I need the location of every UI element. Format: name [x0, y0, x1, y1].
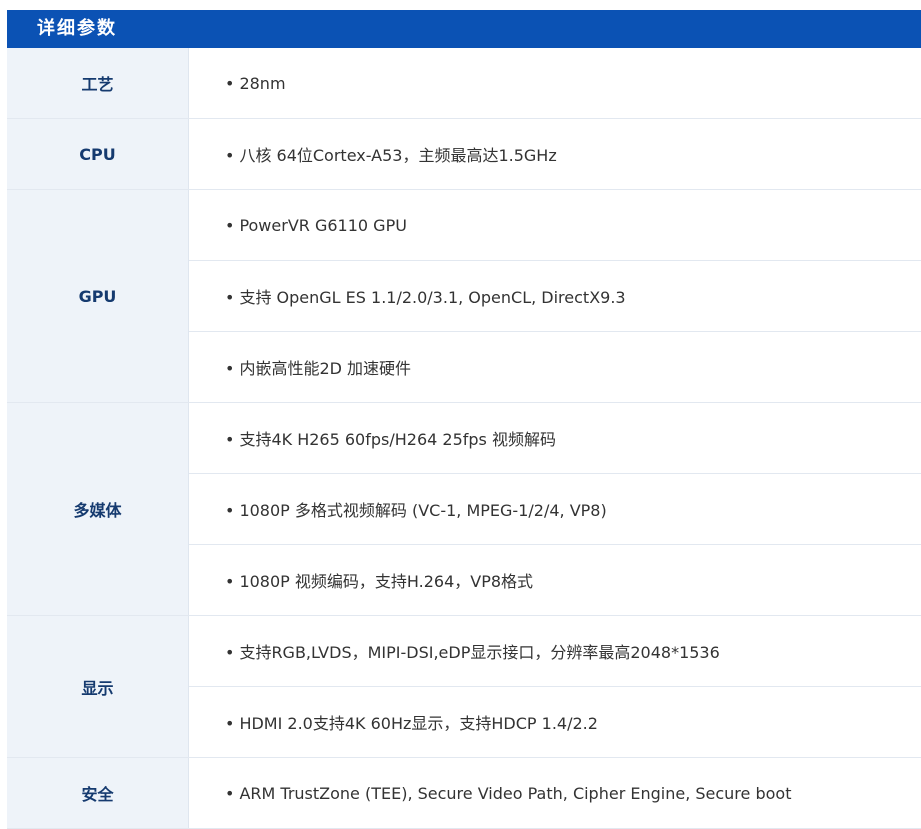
bullet-icon: • [225, 714, 234, 733]
spec-value-text: PowerVR G6110 GPU [239, 216, 406, 235]
spec-label-cpu: CPU [7, 119, 189, 190]
bullet-icon: • [225, 74, 234, 93]
spec-value: • 支持RGB,LVDS，MIPI-DSI,eDP显示接口，分辨率最高2048*1… [189, 616, 921, 687]
spec-value-text: 内嵌高性能2D 加速硬件 [239, 359, 411, 378]
spec-row: 工艺 • 28nm [7, 48, 921, 119]
spec-label-security: 安全 [7, 758, 189, 829]
spec-value: • 支持4K H265 60fps/H264 25fps 视频解码 [189, 403, 921, 474]
spec-row: CPU • 八核 64位Cortex-A53，主频最高达1.5GHz [7, 119, 921, 190]
spec-label-multimedia: 多媒体 [7, 403, 189, 616]
spec-value-text: 八核 64位Cortex-A53，主频最高达1.5GHz [239, 146, 556, 165]
bullet-icon: • [225, 430, 234, 449]
spec-table: 工艺 • 28nm CPU • 八核 64位Cortex-A53，主频最高达1.5G… [7, 48, 921, 829]
section-header: 详细参数 [7, 10, 921, 48]
spec-row: 多媒体 •支持4K H265 60fps/H264 25fps 视频解码 [7, 403, 921, 474]
spec-value: • ARM TrustZone (TEE), Secure Video Path,… [189, 758, 921, 829]
bullet-icon: • [225, 501, 234, 520]
spec-value: • 八核 64位Cortex-A53，主频最高达1.5GHz [189, 119, 921, 190]
spec-row: GPU •PowerVR G6110 GPU [7, 190, 921, 261]
spec-value-text: 1080P 多格式视频解码 (VC-1, MPEG-1/2/4, VP8) [239, 501, 606, 520]
spec-value: • 28nm [189, 48, 921, 119]
bullet-icon: • [225, 784, 234, 803]
spec-value: • 支持 OpenGL ES 1.1/2.0/3.1, OpenCL, Direc… [189, 261, 921, 332]
spec-value: • HDMI 2.0支持4K 60Hz显示，支持HDCP 1.4/2.2 [189, 687, 921, 758]
bullet-icon: • [225, 359, 234, 378]
bullet-icon: • [225, 216, 234, 235]
bullet-icon: • [225, 572, 234, 591]
spec-value-text: 支持4K H265 60fps/H264 25fps 视频解码 [239, 430, 556, 449]
spec-value: • 1080P 视频编码，支持H.264，VP8格式 [189, 545, 921, 616]
spec-value-text: ARM TrustZone (TEE), Secure Video Path, … [239, 784, 791, 803]
spec-row: 显示 •支持RGB,LVDS，MIPI-DSI,eDP显示接口，分辨率最高204… [7, 616, 921, 687]
bullet-icon: • [225, 146, 234, 165]
spec-value-text: 28nm [239, 74, 285, 93]
section-title: 详细参数 [37, 18, 117, 40]
spec-label-process: 工艺 [7, 48, 189, 119]
bullet-icon: • [225, 288, 234, 307]
spec-value-text: HDMI 2.0支持4K 60Hz显示，支持HDCP 1.4/2.2 [239, 714, 598, 733]
spec-value-text: 支持RGB,LVDS，MIPI-DSI,eDP显示接口，分辨率最高2048*15… [239, 643, 719, 662]
spec-label-display: 显示 [7, 616, 189, 758]
spec-value-text: 1080P 视频编码，支持H.264，VP8格式 [239, 572, 533, 591]
spec-value: • PowerVR G6110 GPU [189, 190, 921, 261]
spec-value: • 内嵌高性能2D 加速硬件 [189, 332, 921, 403]
spec-label-gpu: GPU [7, 190, 189, 403]
spec-row: 安全 • ARM TrustZone (TEE), Secure Video Pa… [7, 758, 921, 829]
spec-value: • 1080P 多格式视频解码 (VC-1, MPEG-1/2/4, VP8) [189, 474, 921, 545]
bullet-icon: • [225, 643, 234, 662]
spec-value-text: 支持 OpenGL ES 1.1/2.0/3.1, OpenCL, Direct… [239, 288, 625, 307]
